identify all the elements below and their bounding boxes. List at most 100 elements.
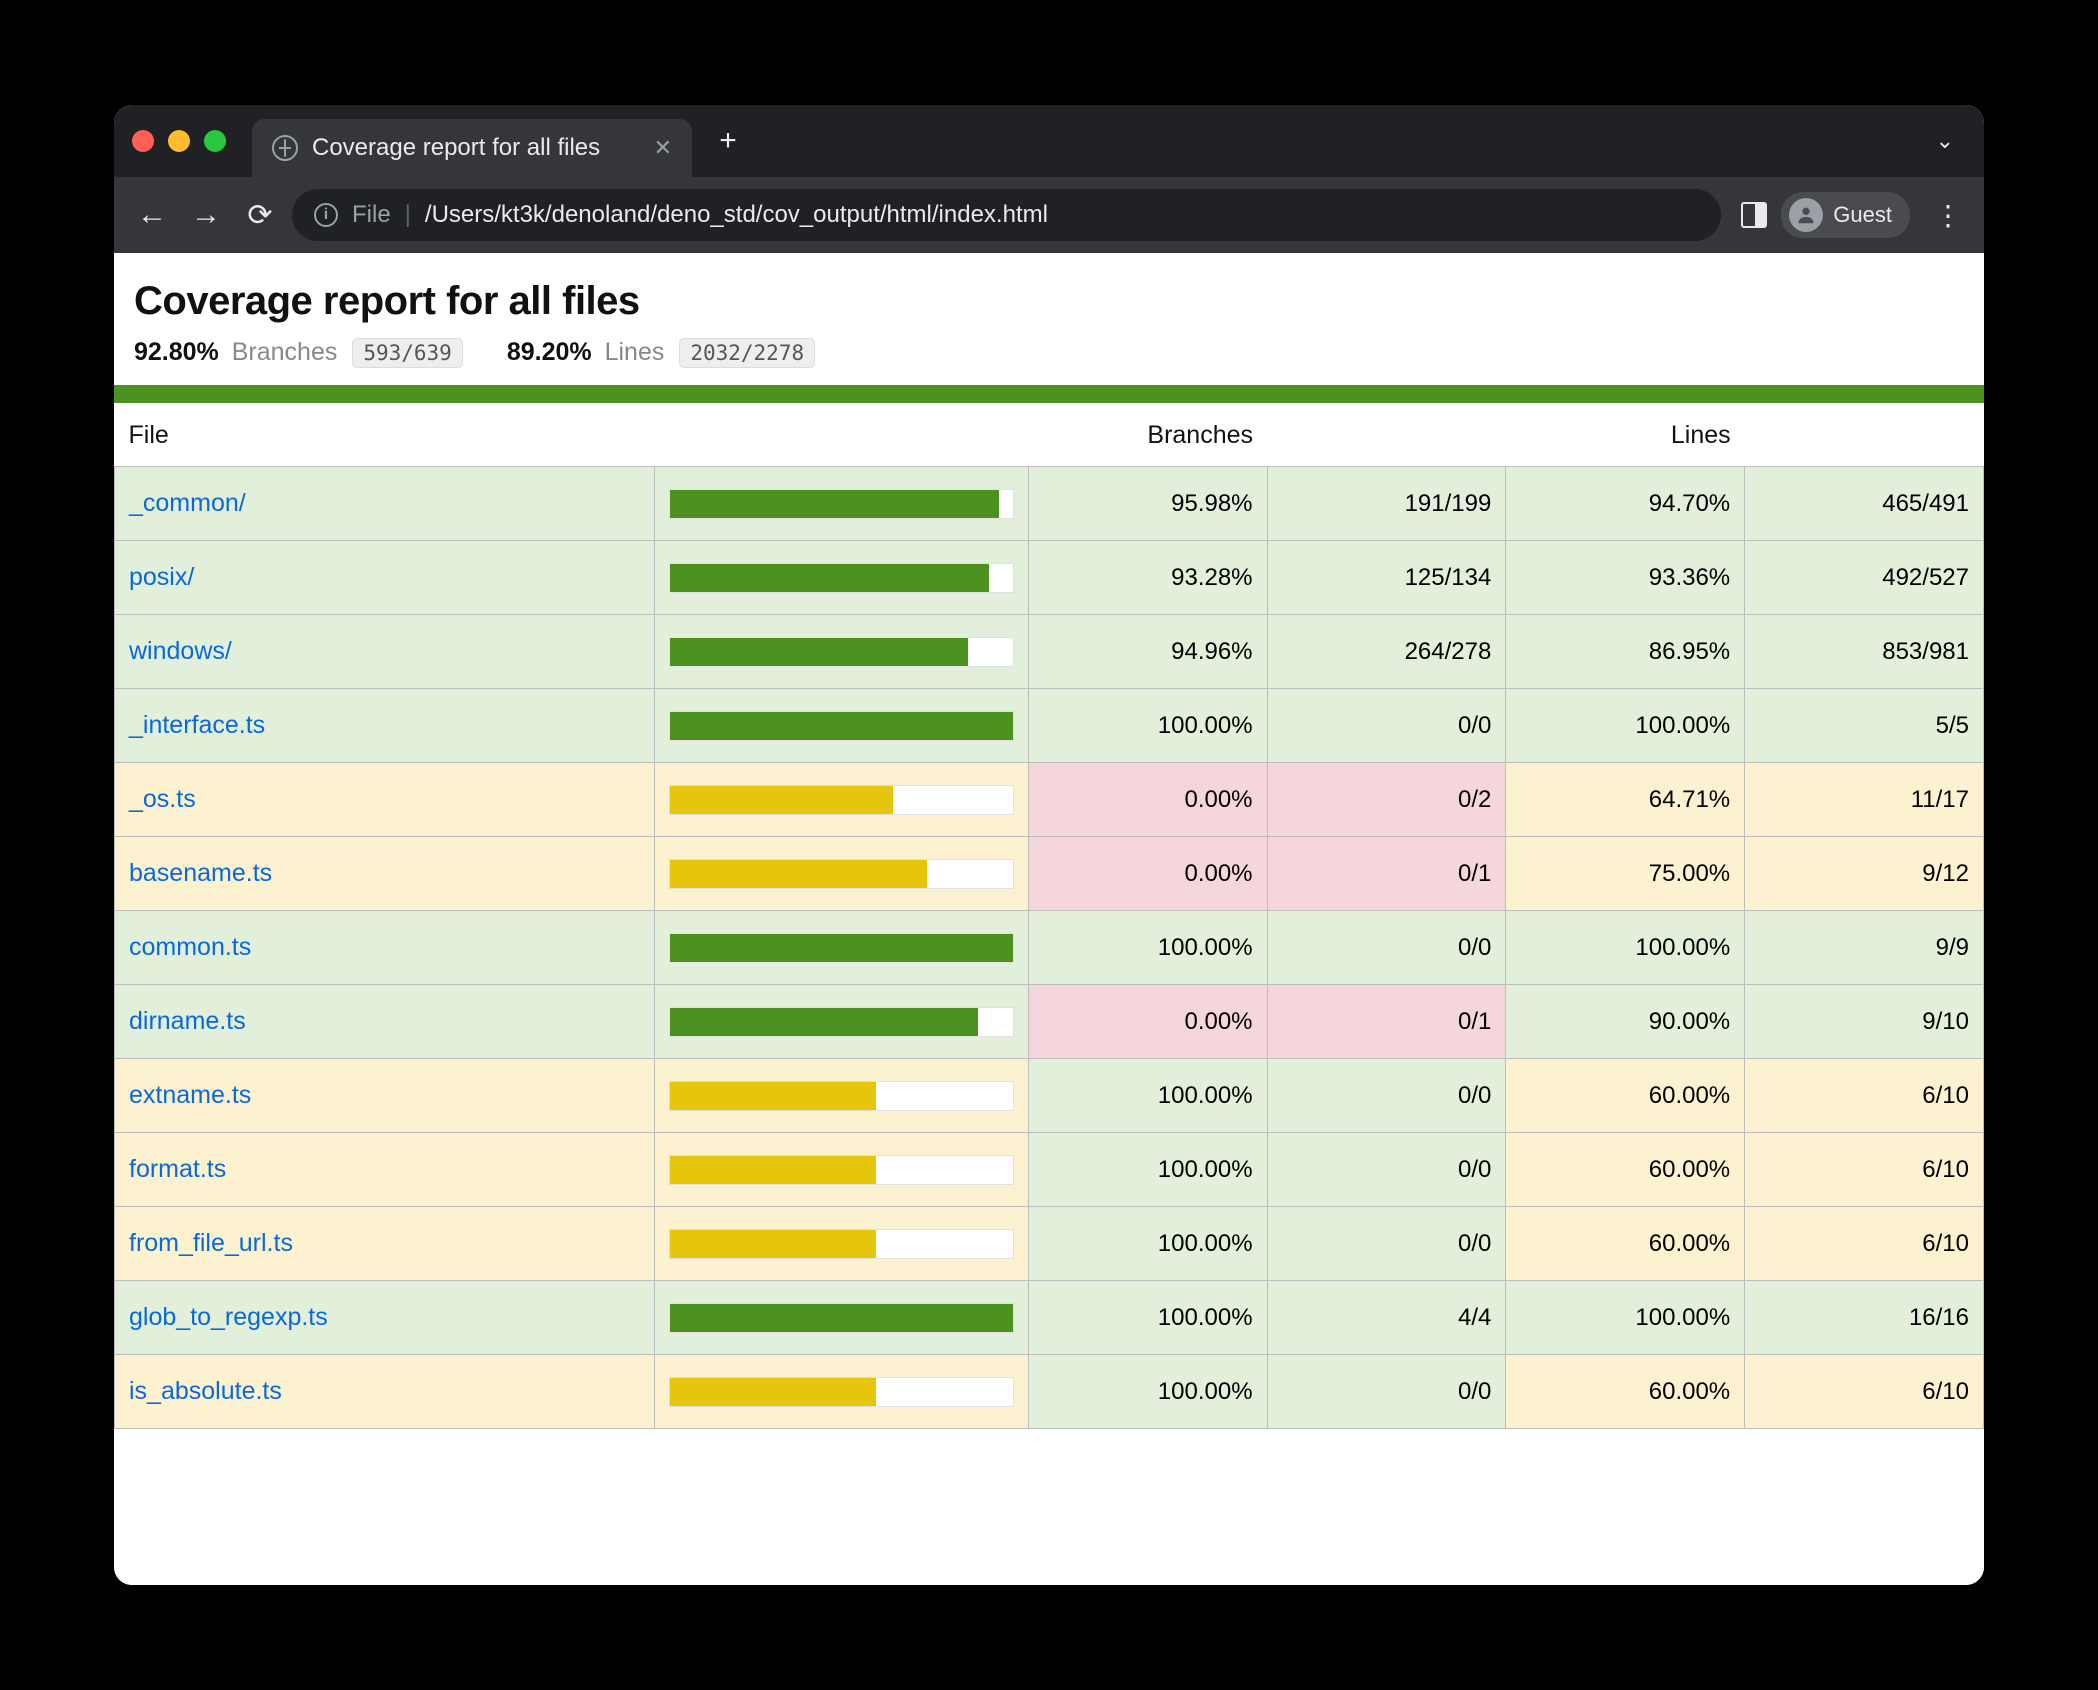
lines-pct-cell: 94.70%	[1506, 467, 1745, 541]
file-link[interactable]: extname.ts	[129, 1081, 251, 1109]
reload-button[interactable]: ⟳	[238, 193, 282, 237]
coverage-bar-cell	[654, 1355, 1028, 1429]
table-row: glob_to_regexp.ts100.00%4/4100.00%16/16	[115, 1281, 1984, 1355]
col-bar	[654, 403, 1028, 467]
col-branches-frac	[1267, 403, 1506, 467]
file-cell: basename.ts	[115, 837, 655, 911]
menu-button[interactable]: ⋮	[1924, 199, 1968, 232]
close-window-button[interactable]	[132, 130, 154, 152]
side-panel-icon[interactable]	[1741, 202, 1767, 228]
lines-pct-cell: 75.00%	[1506, 837, 1745, 911]
forward-button[interactable]: →	[184, 193, 228, 237]
col-branches[interactable]: Branches	[1028, 403, 1267, 467]
branches-frac-cell: 0/2	[1267, 763, 1506, 837]
file-cell: extname.ts	[115, 1059, 655, 1133]
back-button[interactable]: ←	[130, 193, 174, 237]
coverage-bar	[669, 1007, 1014, 1037]
coverage-bar	[669, 1377, 1014, 1407]
branches-frac-cell: 0/0	[1267, 911, 1506, 985]
maximize-window-button[interactable]	[204, 130, 226, 152]
browser-window: Coverage report for all files ✕ + ⌄ ← → …	[114, 105, 1984, 1585]
coverage-bar-cell	[654, 763, 1028, 837]
lines-frac-cell: 6/10	[1745, 1059, 1984, 1133]
branches-pct-cell: 0.00%	[1028, 837, 1267, 911]
lines-pct-cell: 60.00%	[1506, 1355, 1745, 1429]
branches-frac-cell: 0/0	[1267, 1207, 1506, 1281]
lines-pct-cell: 100.00%	[1506, 1281, 1745, 1355]
summary-branches: 92.80% Branches 593/639	[134, 338, 463, 367]
lines-frac-cell: 9/10	[1745, 985, 1984, 1059]
table-row: _common/95.98%191/19994.70%465/491	[115, 467, 1984, 541]
branches-frac-cell: 4/4	[1267, 1281, 1506, 1355]
site-info-icon[interactable]: i	[314, 203, 338, 227]
file-link[interactable]: is_absolute.ts	[129, 1377, 282, 1405]
lines-frac-cell: 9/9	[1745, 911, 1984, 985]
lines-pct-cell: 90.00%	[1506, 985, 1745, 1059]
coverage-bar-cell	[654, 1207, 1028, 1281]
file-link[interactable]: basename.ts	[129, 859, 272, 887]
lines-pct-cell: 60.00%	[1506, 1207, 1745, 1281]
table-row: extname.ts100.00%0/060.00%6/10	[115, 1059, 1984, 1133]
branches-pct: 92.80%	[134, 338, 219, 366]
branches-pct-cell: 100.00%	[1028, 1207, 1267, 1281]
profile-button[interactable]: Guest	[1781, 192, 1910, 238]
url-separator: |	[405, 201, 411, 229]
branches-fraction-badge: 593/639	[352, 338, 463, 368]
page-title: Coverage report for all files	[134, 279, 1964, 324]
file-link[interactable]: glob_to_regexp.ts	[129, 1303, 328, 1331]
coverage-bar-fill	[670, 1378, 876, 1406]
coverage-bar-fill	[670, 1156, 876, 1184]
col-lines[interactable]: Lines	[1506, 403, 1745, 467]
address-bar[interactable]: i File | /Users/kt3k/denoland/deno_std/c…	[292, 189, 1721, 241]
file-link[interactable]: _interface.ts	[129, 711, 265, 739]
close-tab-icon[interactable]: ✕	[654, 135, 672, 161]
branches-frac-cell: 0/0	[1267, 1059, 1506, 1133]
tabs-menu-button[interactable]: ⌄	[1924, 128, 1966, 154]
branches-pct-cell: 0.00%	[1028, 985, 1267, 1059]
file-link[interactable]: from_file_url.ts	[129, 1229, 293, 1257]
coverage-bar-fill	[670, 490, 999, 518]
minimize-window-button[interactable]	[168, 130, 190, 152]
coverage-bar-cell	[654, 467, 1028, 541]
file-link[interactable]: windows/	[129, 637, 232, 665]
coverage-summary: 92.80% Branches 593/639 89.20% Lines 203…	[134, 338, 1964, 367]
file-cell: glob_to_regexp.ts	[115, 1281, 655, 1355]
file-link[interactable]: _os.ts	[129, 785, 196, 813]
branches-frac-cell: 0/1	[1267, 985, 1506, 1059]
branches-pct-cell: 100.00%	[1028, 911, 1267, 985]
file-link[interactable]: _common/	[129, 489, 246, 517]
coverage-bar-cell	[654, 837, 1028, 911]
file-link[interactable]: posix/	[129, 563, 194, 591]
col-file[interactable]: File	[115, 403, 655, 467]
branches-pct-cell: 95.98%	[1028, 467, 1267, 541]
coverage-bar-fill	[670, 860, 927, 888]
file-cell: is_absolute.ts	[115, 1355, 655, 1429]
toolbar: ← → ⟳ i File | /Users/kt3k/denoland/deno…	[114, 177, 1984, 253]
coverage-bar-cell	[654, 985, 1028, 1059]
file-cell: common.ts	[115, 911, 655, 985]
branches-pct-cell: 93.28%	[1028, 541, 1267, 615]
new-tab-button[interactable]: +	[708, 121, 748, 161]
lines-frac-cell: 9/12	[1745, 837, 1984, 911]
file-link[interactable]: dirname.ts	[129, 1007, 246, 1035]
coverage-bar	[669, 637, 1014, 667]
branches-frac-cell: 191/199	[1267, 467, 1506, 541]
file-cell: _common/	[115, 467, 655, 541]
table-row: _interface.ts100.00%0/0100.00%5/5	[115, 689, 1984, 763]
branches-frac-cell: 0/0	[1267, 1355, 1506, 1429]
file-link[interactable]: format.ts	[129, 1155, 226, 1183]
coverage-bar-fill	[670, 1082, 876, 1110]
lines-pct-cell: 100.00%	[1506, 911, 1745, 985]
browser-tab[interactable]: Coverage report for all files ✕	[252, 119, 692, 177]
globe-icon	[272, 135, 298, 161]
lines-pct: 89.20%	[507, 338, 592, 366]
file-link[interactable]: common.ts	[129, 933, 251, 961]
coverage-bar-fill	[670, 1008, 979, 1036]
table-row: posix/93.28%125/13493.36%492/527	[115, 541, 1984, 615]
table-row: _os.ts0.00%0/264.71%11/17	[115, 763, 1984, 837]
coverage-bar	[669, 1303, 1014, 1333]
col-lines-frac	[1745, 403, 1984, 467]
coverage-bar	[669, 1155, 1014, 1185]
window-controls	[132, 130, 226, 152]
toolbar-right: Guest ⋮	[1741, 192, 1968, 238]
